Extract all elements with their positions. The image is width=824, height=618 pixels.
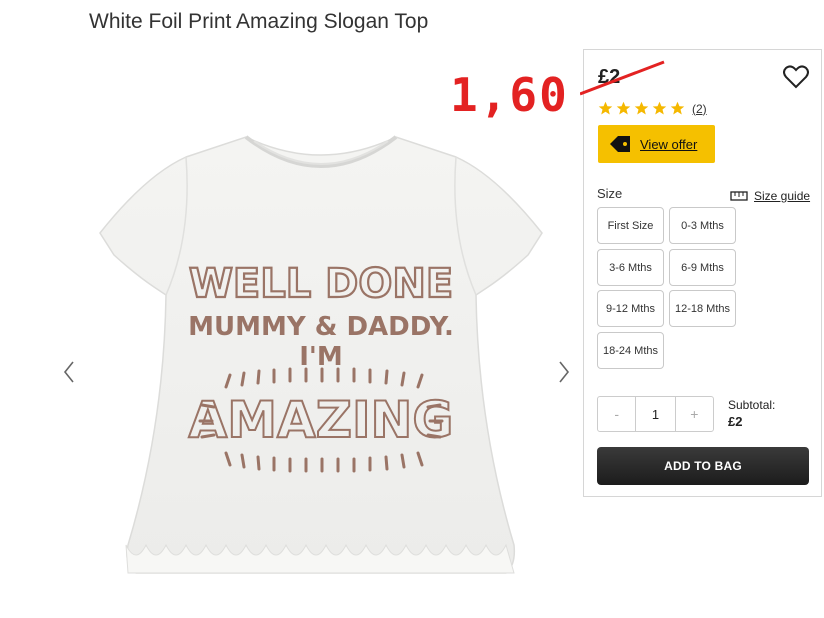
review-count-link[interactable]: (2) [692, 102, 707, 116]
svg-text:WELL DONE: WELL DONE [189, 261, 453, 307]
price: £2 [598, 66, 621, 88]
star-icon [652, 101, 667, 115]
view-offer-button[interactable]: View offer [598, 125, 715, 163]
subtotal-amount: £2 [728, 414, 743, 429]
size-option-0-3-mths[interactable]: 0-3 Mths [669, 207, 736, 244]
wishlist-button[interactable] [783, 65, 809, 89]
add-to-bag-button[interactable]: ADD TO BAG [597, 447, 809, 485]
star-icon [670, 101, 685, 115]
chevron-left-icon [63, 361, 74, 383]
svg-text:AMAZING: AMAZING [189, 391, 454, 449]
quantity-decrease-button[interactable]: - [598, 397, 635, 431]
size-option-12-18-mths[interactable]: 12-18 Mths [669, 290, 736, 327]
size-guide-link[interactable]: Size guide [730, 189, 810, 203]
size-option-3-6-mths[interactable]: 3-6 Mths [597, 249, 664, 286]
svg-text:I'M: I'M [299, 342, 343, 372]
size-option-first-size[interactable]: First Size [597, 207, 664, 244]
product-image: WELL DONE MUMMY & DADDY. I'M AMAZING [96, 125, 556, 595]
size-option-6-9-mths[interactable]: 6-9 Mths [669, 249, 736, 286]
subtotal-label: Subtotal: [728, 398, 776, 412]
previous-image-button[interactable] [57, 358, 81, 386]
quantity-stepper: - 1 + [597, 396, 714, 432]
quantity-input[interactable]: 1 [635, 397, 676, 431]
price-strikethrough [580, 60, 665, 96]
subtotal: Subtotal: £2 [728, 398, 775, 429]
size-option-18-24-mths[interactable]: 18-24 Mths [597, 332, 664, 369]
size-option-9-12-mths[interactable]: 9-12 Mths [597, 290, 664, 327]
quantity-increase-button[interactable]: + [676, 397, 713, 431]
purchase-panel: £2 (2) View offer Size Size guide First … [580, 49, 822, 497]
annotated-price: 1,60 [450, 68, 569, 122]
size-label: Size [597, 186, 623, 201]
star-icon [634, 101, 649, 115]
ruler-icon [730, 191, 748, 201]
tag-icon [610, 136, 630, 152]
svg-text:MUMMY & DADDY.: MUMMY & DADDY. [188, 312, 454, 342]
star-icon [598, 101, 613, 115]
rating: (2) [598, 101, 707, 116]
product-title: White Foil Print Amazing Slogan Top [89, 10, 429, 33]
heart-icon [783, 65, 809, 89]
view-offer-label: View offer [640, 136, 698, 152]
size-guide-label: Size guide [754, 189, 811, 203]
star-icon [616, 101, 631, 115]
